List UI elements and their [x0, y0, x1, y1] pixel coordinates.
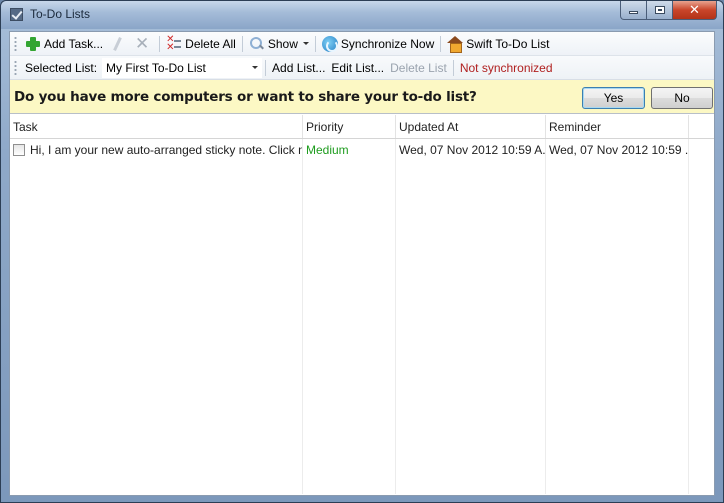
column-header-filler [689, 115, 713, 138]
toolbar-separator [452, 59, 454, 76]
minimize-button[interactable] [620, 1, 647, 20]
show-label: Show [267, 36, 298, 51]
grid-header: Task Priority Updated At Reminder [10, 115, 714, 139]
toolbar-separator [314, 35, 316, 52]
selected-list-label: Selected List: [25, 60, 98, 75]
delete-all-label: Delete All [185, 36, 236, 51]
add-task-label: Add Task... [44, 36, 104, 51]
synchronize-now-label: Synchronize Now [340, 36, 435, 51]
grid-body: Hi, I am your new auto-arranged sticky n… [10, 139, 714, 494]
reminder-cell: Wed, 07 Nov 2012 10:59 ... [546, 139, 689, 161]
task-text: Hi, I am your new auto-arranged sticky n… [30, 143, 303, 157]
minimize-icon [629, 11, 638, 14]
window-controls: ✕ [620, 1, 717, 21]
swift-todo-list-label: Swift To-Do List [466, 36, 550, 51]
sync-status: Not synchronized [459, 60, 553, 75]
selected-list-value: My First To-Do List [106, 60, 206, 75]
client-area: Add Task... ✕ ✕ ✕ Delete All Show Synchr… [9, 31, 715, 496]
chevron-down-icon [302, 42, 309, 45]
updated-at-cell: Wed, 07 Nov 2012 10:59 A... [396, 139, 546, 161]
task-grid: Task Priority Updated At Reminder Hi, I … [10, 115, 714, 495]
close-icon: ✕ [689, 2, 700, 17]
maximize-icon [654, 6, 665, 14]
show-dropdown[interactable]: Show [246, 34, 312, 54]
list-toolbar: Selected List: My First To-Do List Add L… [10, 56, 714, 80]
column-header-task[interactable]: Task [10, 115, 303, 138]
task-cell[interactable]: Hi, I am your new auto-arranged sticky n… [10, 139, 303, 161]
chevron-down-icon [252, 66, 259, 69]
swift-todo-list-button[interactable]: Swift To-Do List [444, 34, 552, 54]
title-bar[interactable]: To-Do Lists ✕ [1, 1, 723, 29]
table-row[interactable]: Hi, I am your new auto-arranged sticky n… [10, 139, 714, 161]
checkbox-app-icon [10, 8, 23, 21]
priority-cell: Medium [303, 139, 396, 161]
delete-x-icon: ✕ [135, 33, 150, 53]
share-banner-message: Do you have more computers or want to sh… [14, 88, 477, 105]
sync-icon [321, 35, 338, 52]
share-banner: Do you have more computers or want to sh… [10, 80, 714, 114]
column-header-reminder[interactable]: Reminder [546, 115, 689, 138]
toolbar-separator [241, 35, 243, 52]
no-button[interactable]: No [651, 87, 713, 109]
home-icon [447, 35, 464, 53]
grid-column-lines [10, 139, 714, 494]
search-icon [249, 36, 265, 52]
edit-list-button[interactable]: Edit List... [328, 58, 387, 78]
pencil-icon [109, 36, 125, 52]
app-window: To-Do Lists ✕ Add Task... ✕ ✕ ✕ Delete Al… [0, 0, 724, 503]
main-toolbar: Add Task... ✕ ✕ ✕ Delete All Show Synchr… [10, 32, 714, 56]
delete-task-button[interactable]: ✕ [131, 34, 156, 54]
toolbar-separator [440, 35, 442, 52]
window-title: To-Do Lists [30, 7, 91, 21]
toolbar-separator [159, 35, 161, 52]
selected-list-dropdown[interactable]: My First To-Do List [102, 57, 263, 78]
delete-all-icon: ✕ ✕ [166, 34, 182, 52]
plus-icon [25, 36, 41, 52]
toolbar-separator [265, 59, 267, 76]
add-list-button[interactable]: Add List... [269, 58, 328, 78]
toolbar-grip[interactable] [14, 59, 17, 76]
yes-button[interactable]: Yes [582, 87, 645, 109]
add-task-button[interactable]: Add Task... [22, 34, 106, 54]
toolbar-grip[interactable] [14, 35, 17, 52]
synchronize-now-button[interactable]: Synchronize Now [319, 34, 437, 54]
column-header-priority[interactable]: Priority [303, 115, 396, 138]
task-checkbox[interactable] [13, 144, 25, 156]
delete-list-button[interactable]: Delete List [387, 58, 450, 78]
delete-all-button[interactable]: ✕ ✕ Delete All [163, 34, 239, 54]
column-header-updated-at[interactable]: Updated At [396, 115, 546, 138]
close-button[interactable]: ✕ [673, 1, 717, 20]
edit-task-button[interactable] [106, 34, 131, 54]
maximize-button[interactable] [647, 1, 673, 20]
